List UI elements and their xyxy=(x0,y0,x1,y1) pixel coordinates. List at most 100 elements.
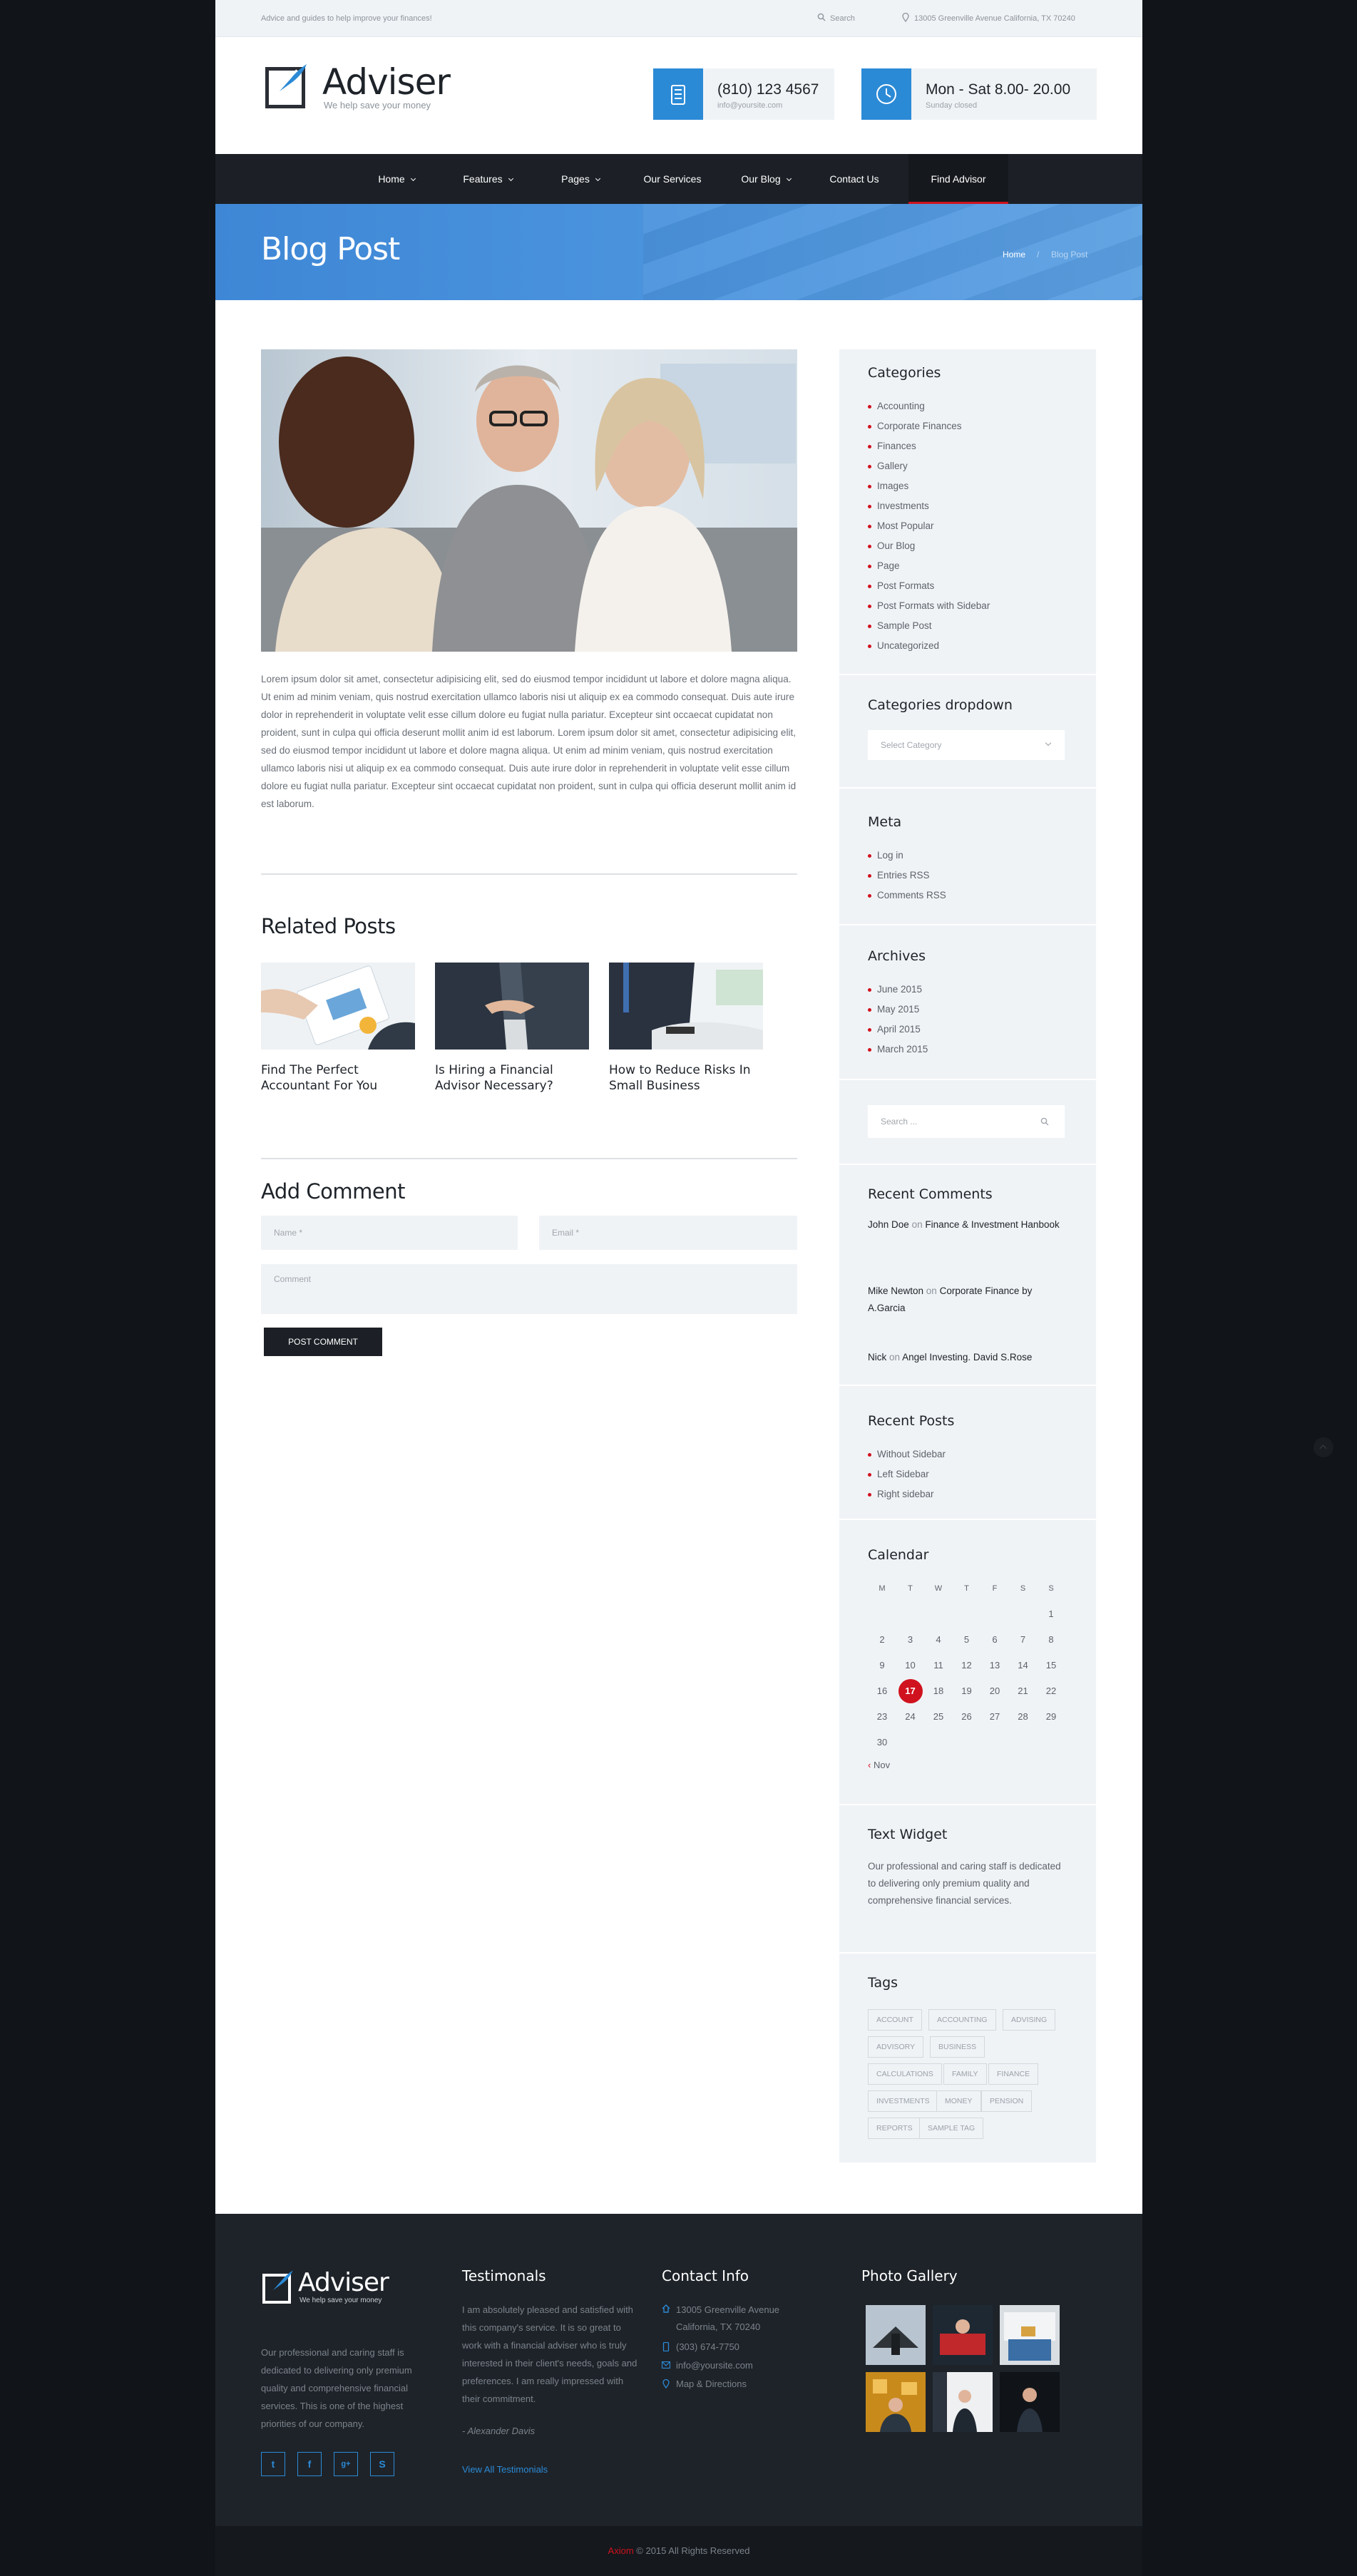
logo-name[interactable]: Adviser xyxy=(322,61,451,103)
search-icon[interactable] xyxy=(1040,1117,1049,1126)
tag-link[interactable]: ACCOUNTING xyxy=(928,2009,996,2031)
tag-link[interactable]: FAMILY xyxy=(943,2063,987,2085)
category-link[interactable]: Sample Post xyxy=(868,616,990,636)
nav-item-our-blog[interactable]: Our Blog xyxy=(730,154,802,204)
related-post-image[interactable] xyxy=(261,963,415,1050)
name-field[interactable]: Name * xyxy=(261,1216,518,1250)
calendar-day: 17 xyxy=(896,1678,925,1704)
nav-item-home[interactable]: Home xyxy=(368,154,425,204)
sidebar-search-input[interactable]: Search ... xyxy=(868,1105,1065,1138)
category-link[interactable]: Our Blog xyxy=(868,536,990,556)
category-link[interactable]: Finances xyxy=(868,436,990,456)
recent-post-link[interactable]: Right sidebar xyxy=(868,1484,946,1504)
category-link[interactable]: Uncategorized xyxy=(868,636,990,656)
gallery-thumbnail[interactable] xyxy=(1000,2305,1060,2365)
comment-field[interactable]: Comment xyxy=(261,1264,797,1314)
meta-link[interactable]: Comments RSS xyxy=(868,886,946,905)
search-icon[interactable] xyxy=(817,13,826,24)
category-link[interactable]: Accounting xyxy=(868,396,990,416)
tag-link[interactable]: SAMPLE TAG xyxy=(919,2118,984,2139)
contact-address-line2: California, TX 70240 xyxy=(676,2321,761,2332)
comment-post-link[interactable]: Angel Investing. David S.Rose xyxy=(902,1352,1032,1363)
tag-link[interactable]: REPORTS xyxy=(868,2118,921,2139)
tag-link[interactable]: BUSINESS xyxy=(930,2036,985,2058)
category-link[interactable]: Most Popular xyxy=(868,516,990,536)
related-post-title[interactable]: Is Hiring a Financial Advisor Necessary? xyxy=(435,1062,589,1094)
calendar-day-number: 16 xyxy=(876,1685,888,1696)
comment-author[interactable]: Mike Newton xyxy=(868,1286,923,1296)
tag-link[interactable]: FINANCE xyxy=(988,2063,1039,2085)
contact-email[interactable]: info@yoursite.com xyxy=(676,2356,753,2374)
comment-author[interactable]: Nick xyxy=(868,1352,886,1363)
google-plus-icon[interactable]: g+ xyxy=(334,2452,358,2476)
related-post-image[interactable] xyxy=(435,963,589,1050)
category-link[interactable]: Corporate Finances xyxy=(868,416,990,436)
nav-item-contact-us[interactable]: Contact Us xyxy=(820,154,889,204)
logo-tagline: We help save your money xyxy=(324,100,431,111)
twitter-icon[interactable]: t xyxy=(261,2452,285,2476)
tag-link[interactable]: ADVISING xyxy=(1003,2009,1056,2031)
calendar-day: 21 xyxy=(1009,1678,1038,1704)
contact-info-heading: Contact Info xyxy=(662,2267,749,2284)
meta-link[interactable]: Entries RSS xyxy=(868,866,946,886)
map-directions-link[interactable]: Map & Directions xyxy=(676,2375,747,2393)
hours-main: Mon - Sat 8.00- 20.00 xyxy=(926,81,1071,98)
archive-link[interactable]: May 2015 xyxy=(868,1000,928,1020)
main-nav: Home Features Pages Our Services Our Blo… xyxy=(215,154,1142,204)
archive-link[interactable]: March 2015 xyxy=(868,1040,928,1059)
scroll-to-top-button[interactable] xyxy=(1314,1437,1333,1457)
comment-post-link[interactable]: Finance & Investment Hanbook xyxy=(925,1219,1059,1230)
footer: Adviser We help save your money Our prof… xyxy=(215,2214,1142,2526)
tag-link[interactable]: INVESTMENTS xyxy=(868,2090,938,2112)
tag-link[interactable]: CALCULATIONS xyxy=(868,2063,942,2085)
copyright-brand-link[interactable]: Axiom xyxy=(608,2545,634,2556)
gallery-thumbnail[interactable] xyxy=(866,2372,926,2432)
calendar-day-number: 23 xyxy=(876,1711,888,1722)
category-link[interactable]: Images xyxy=(868,476,990,496)
gallery-thumbnail[interactable] xyxy=(866,2305,926,2365)
facebook-icon[interactable]: f xyxy=(297,2452,322,2476)
gallery-thumbnail[interactable] xyxy=(933,2372,993,2432)
tag-link[interactable]: ACCOUNT xyxy=(868,2009,922,2031)
contact-phone: (303) 674-7750 xyxy=(676,2341,739,2352)
category-link[interactable]: Post Formats with Sidebar xyxy=(868,596,990,616)
nav-label: Features xyxy=(463,173,503,185)
related-post-title[interactable]: Find The Perfect Accountant For You xyxy=(261,1062,415,1094)
top-search-link[interactable]: Search xyxy=(830,14,855,23)
nav-item-pages[interactable]: Pages xyxy=(551,154,610,204)
calendar-prev-link[interactable]: ‹ Nov xyxy=(868,1760,890,1770)
text-widget-body: Our professional and caring staff is ded… xyxy=(868,1861,1061,1906)
meta-link[interactable]: Log in xyxy=(868,846,946,866)
gallery-thumbnail[interactable] xyxy=(1000,2372,1060,2432)
nav-item-features[interactable]: Features xyxy=(452,154,523,204)
footer-logo-name[interactable]: Adviser xyxy=(298,2268,389,2297)
related-post-title[interactable]: How to Reduce Risks In Small Business xyxy=(609,1062,763,1094)
nav-item-find-advisor[interactable]: Find Advisor xyxy=(908,154,1008,204)
recent-post-link[interactable]: Without Sidebar xyxy=(868,1444,946,1464)
category-link[interactable]: Page xyxy=(868,556,990,576)
comment-author[interactable]: John Doe xyxy=(868,1219,909,1230)
archive-link[interactable]: April 2015 xyxy=(868,1020,928,1040)
breadcrumb-home[interactable]: Home xyxy=(1003,250,1025,260)
clock-icon xyxy=(861,68,911,120)
email-field[interactable]: Email * xyxy=(539,1216,797,1250)
category-link[interactable]: Post Formats xyxy=(868,576,990,596)
category-link[interactable]: Gallery xyxy=(868,456,990,476)
category-select[interactable]: Select Category xyxy=(868,730,1065,760)
archive-link[interactable]: June 2015 xyxy=(868,980,928,1000)
gallery-thumbnail[interactable] xyxy=(933,2305,993,2365)
tag-link[interactable]: ADVISORY xyxy=(868,2036,924,2058)
related-post-image[interactable] xyxy=(609,963,763,1050)
tag-link[interactable]: MONEY xyxy=(936,2090,981,2112)
view-all-testimonials-link[interactable]: View All Testimonials xyxy=(462,2460,548,2478)
recent-post-link[interactable]: Left Sidebar xyxy=(868,1464,946,1484)
category-link[interactable]: Investments xyxy=(868,496,990,516)
tag-link[interactable]: PENSION xyxy=(981,2090,1033,2112)
post-comment-button[interactable]: POST COMMENT xyxy=(264,1328,382,1356)
nav-item-our-services[interactable]: Our Services xyxy=(633,154,712,204)
calendar-day-number: 14 xyxy=(1018,1660,1028,1671)
skype-icon[interactable]: S xyxy=(370,2452,394,2476)
page-title-banner: Blog Post Home / Blog Post xyxy=(215,204,1142,300)
comment-on: on xyxy=(889,1352,901,1363)
archives-list: June 2015 May 2015 April 2015 March 2015 xyxy=(868,980,928,1059)
